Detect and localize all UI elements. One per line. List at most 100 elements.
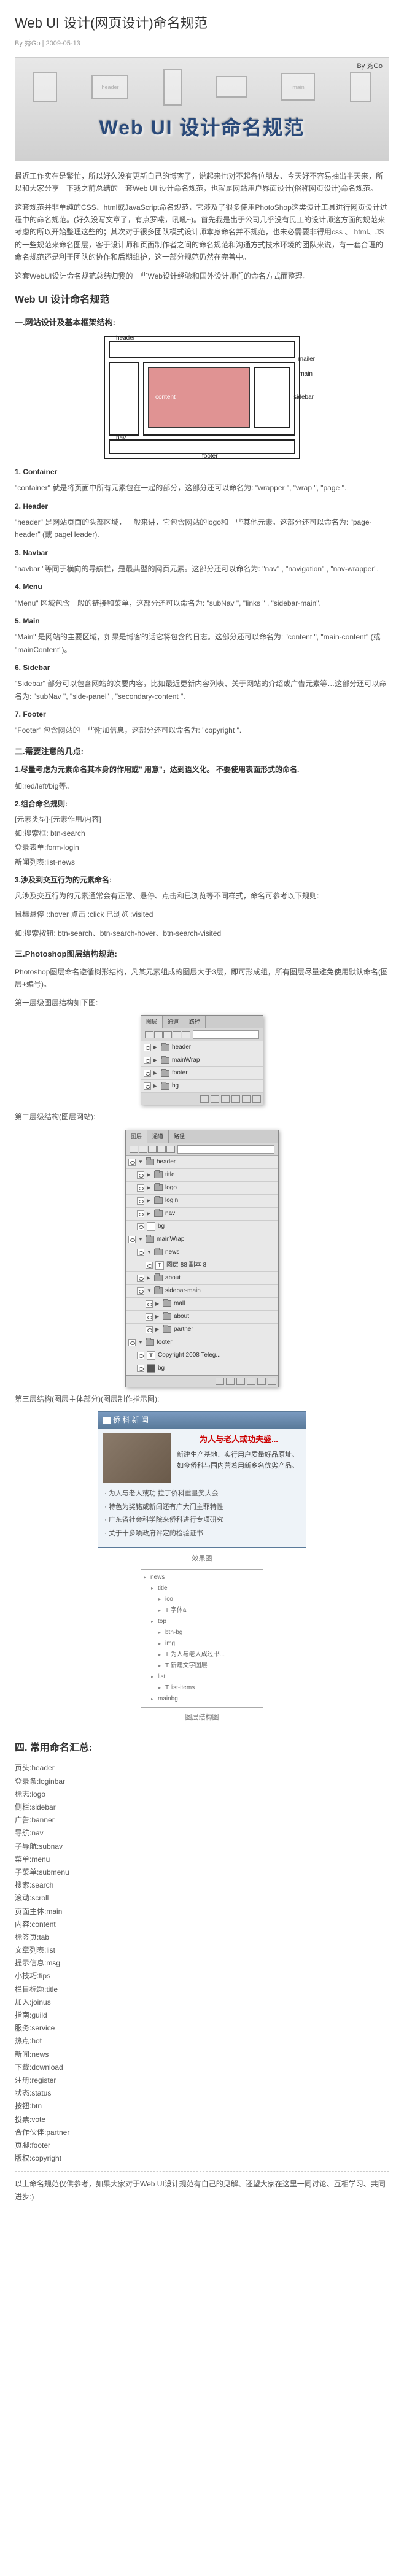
- naming-item: 热点:hot: [15, 2035, 389, 2048]
- list-item: 为人与老人或功 拉丁侨科重量奖大会: [104, 1487, 300, 1501]
- tree-node: ▸top: [144, 1616, 260, 1627]
- ps-layer: TCopyright 2008 Teleg...: [126, 1349, 278, 1362]
- naming-item: 状态:status: [15, 2087, 389, 2100]
- ps-layer: ▶partner: [126, 1324, 278, 1336]
- naming-item: 加入:joinus: [15, 1996, 389, 2009]
- sec-menu-title: 4. Menu: [15, 581, 389, 593]
- preview-image: [103, 1433, 171, 1483]
- ps-layer: ▶footer: [141, 1067, 263, 1080]
- ps-layer: ▼news: [126, 1246, 278, 1259]
- sec-navbar-title: 3. Navbar: [15, 547, 389, 559]
- sec-main-desc: "Main" 是网站的主要区域，如果是博客的话它将包含的日志。这部分还可以命名为…: [15, 631, 389, 656]
- naming-item: 提示信息:msg: [15, 1957, 389, 1970]
- naming-item: 文章列表:list: [15, 1944, 389, 1957]
- sec-main-title: 5. Main: [15, 615, 389, 627]
- ps-layer: bg: [126, 1362, 278, 1375]
- intro-para-1: 最近工作实在是繁忙，所以好久没有更新自己的博客了，说起来也对不起各位朋友、今天好…: [15, 170, 389, 195]
- naming-item: 指南:guild: [15, 2009, 389, 2022]
- naming-item: 服务:service: [15, 2022, 389, 2035]
- naming-item: 新闻:news: [15, 2048, 389, 2061]
- ps-ex2-label: 第二层级结构(图层网站):: [15, 1111, 389, 1123]
- sec-footer-desc: "Footer" 包含网站的一些附加信息，这部分还可以命名为: "copyrig…: [15, 724, 389, 736]
- naming-item: 下载:download: [15, 2061, 389, 2074]
- preview-title: 为人与老人或功夫盛...: [177, 1433, 301, 1446]
- example-line: 如:搜索框: btn-search: [15, 828, 389, 839]
- ps-layer: ▶mall: [126, 1298, 278, 1311]
- note3-desc3: 如:搜索按钮: btn-search、btn-search-hover、btn-…: [15, 927, 389, 939]
- naming-item: 合作伙伴:partner: [15, 2126, 389, 2139]
- ps-ex3-label: 第三层结构(图层主体部分)(图层制作指示图):: [15, 1394, 389, 1405]
- tree-node: ▸mainbg: [144, 1694, 260, 1705]
- naming-item: 子导航:subnav: [15, 1840, 389, 1853]
- intro-para-3: 这套WebUI设计命名规范总结归我的一些Web设计经验和国外设计师们的命名方式而…: [15, 270, 389, 282]
- ps-layer: ▶bg: [141, 1080, 263, 1093]
- note3-desc2: 鼠标悬停 ::hover 点击 :click 已浏览 :visited: [15, 908, 389, 920]
- naming-item: 滚动:scroll: [15, 1892, 389, 1905]
- heading-common-names: 四. 常用命名汇总:: [15, 1740, 389, 1756]
- naming-item: 小技巧:tips: [15, 1970, 389, 1983]
- ps-layer: ▶header: [141, 1041, 263, 1054]
- ps-layer: ▶title: [126, 1169, 278, 1182]
- ps-layer: ▶about: [126, 1272, 278, 1285]
- result-label: 效果图: [15, 1554, 389, 1565]
- naming-item: 页脚:footer: [15, 2139, 389, 2152]
- tree-node: ▸list: [144, 1672, 260, 1683]
- tree-node: ▸news: [144, 1572, 260, 1583]
- naming-list: 页头:header登录条:loginbar标志:logo侧栏:sidebar广告…: [15, 1762, 389, 2165]
- naming-item: 页头:header: [15, 1762, 389, 1775]
- ps-layer: ▼footer: [126, 1336, 278, 1349]
- tree-node: ▸btn-bg: [144, 1627, 260, 1638]
- sec-header-title: 2. Header: [15, 501, 389, 512]
- naming-item: 子菜单:submenu: [15, 1866, 389, 1879]
- heading-photoshop: 三.Photoshop图层结构规范:: [15, 948, 389, 961]
- ps-layer: ▶mainWrap: [141, 1054, 263, 1067]
- ps-layer: ▶logo: [126, 1182, 278, 1195]
- sec-footer-title: 7. Footer: [15, 709, 389, 720]
- naming-item: 按钮:btn: [15, 2100, 389, 2113]
- note1-desc: 如:red/left/big等。: [15, 780, 389, 792]
- tree-node: ▸T 字体a: [144, 1605, 260, 1616]
- naming-item: 注册:register: [15, 2074, 389, 2087]
- ps-layer: ▼sidebar-main: [126, 1285, 278, 1298]
- naming-item: 侧栏:sidebar: [15, 1801, 389, 1814]
- note2-title: 2.组合命名规则:: [15, 798, 389, 810]
- heading-structure: 一.网站设计及基本框架结构:: [15, 317, 389, 330]
- naming-item: 版权:copyright: [15, 2152, 389, 2165]
- note3-desc1: 凡涉及交互行为的元素通常会有正常、悬停、点击和已浏览等不同样式，命名可参考以下规…: [15, 890, 389, 902]
- note2-format: [元素类型]-[元素作用/内容]: [15, 814, 389, 825]
- naming-item: 菜单:menu: [15, 1853, 389, 1866]
- sec-navbar-desc: "navbar "等同于横向的导航栏，是最典型的网页元素。这部分还可以命名为: …: [15, 563, 389, 575]
- layout-diagram: container header nav mailer main content…: [104, 336, 300, 459]
- layer-structure-label: 图层结构图: [15, 1713, 389, 1724]
- page-title: Web UI 设计(网页设计)命名规范: [15, 12, 389, 34]
- list-item: 关于十多项政府评定的检验证书: [104, 1527, 300, 1541]
- naming-item: 栏目标题:title: [15, 1983, 389, 1996]
- ps-layer: ▶about: [126, 1311, 278, 1324]
- tree-node: ▸T list-items: [144, 1683, 260, 1694]
- post-meta: By 秀Go | 2009-05-13: [15, 39, 389, 50]
- tree-node: ▸T 新建文字图层: [144, 1660, 260, 1672]
- naming-item: 广告:banner: [15, 1814, 389, 1827]
- ps-panel-2: 图层通道路径 ▼header▶title▶logo▶login▶navbg▼ma…: [125, 1130, 279, 1387]
- preview-card: 侨 科 新 闻 为人与老人或功夫盛...新建生产基地、实行用户质量好品原址。如今…: [98, 1411, 306, 1548]
- sec-sidebar-title: 6. Sidebar: [15, 662, 389, 674]
- list-item: 特色为奖铭或新闻还有广大门主菲特性: [104, 1501, 300, 1514]
- naming-item: 标志:logo: [15, 1788, 389, 1801]
- note1-title: 1.尽量考虑为元素命名其本身的作用或" 用意"，达到语义化。 不要使用表面形式的…: [15, 764, 389, 776]
- ps-layer: T图层 88 副本 8: [126, 1259, 278, 1272]
- tree-node: ▸img: [144, 1638, 260, 1649]
- heading-naming-spec: Web UI 设计命名规范: [15, 292, 389, 308]
- tree-node: ▸title: [144, 1583, 260, 1594]
- naming-item: 搜索:search: [15, 1879, 389, 1892]
- closing-para: 以上命名规范仅供参考，如果大家对于Web UI设计规范有自己的见解、还望大家在这…: [15, 2178, 389, 2203]
- ps-panel-1: 图层通道路径 ▶header▶mainWrap▶footer▶bg: [141, 1015, 263, 1105]
- sec-container-title: 1. Container: [15, 466, 389, 478]
- naming-item: 页面主体:main: [15, 1905, 389, 1918]
- ps-layer: bg: [126, 1221, 278, 1233]
- naming-item: 标签页:tab: [15, 1931, 389, 1944]
- example-line: 新闻列表:list-news: [15, 857, 389, 868]
- ps-layer: ▼header: [126, 1156, 278, 1169]
- tree-node: ▸ico: [144, 1594, 260, 1605]
- ps-ex1-label: 第一层级图层结构如下图:: [15, 997, 389, 1009]
- sec-container-desc: "container" 就是将页面中所有元素包在一起的部分，这部分还可以命名为:…: [15, 482, 389, 494]
